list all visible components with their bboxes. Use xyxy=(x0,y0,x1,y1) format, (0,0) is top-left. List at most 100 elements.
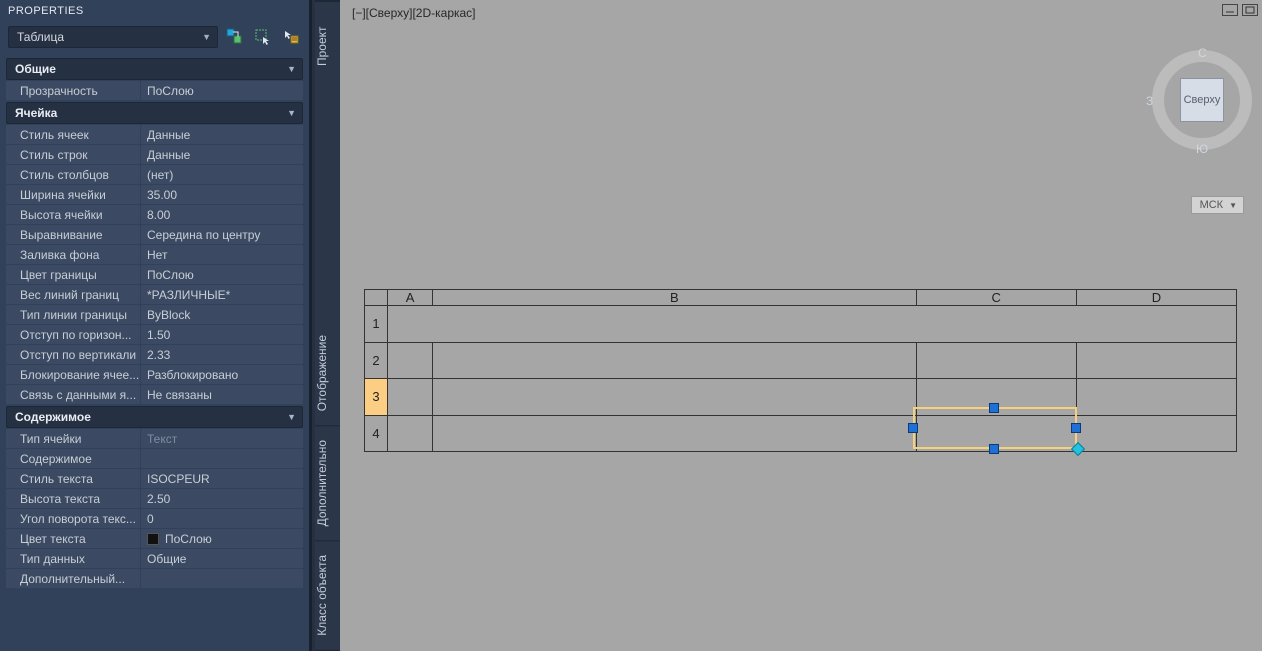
viewport-window-controls xyxy=(1222,4,1258,16)
side-tab-advanced[interactable]: Дополнительно xyxy=(315,426,340,541)
table-cell[interactable] xyxy=(433,379,917,416)
property-label: Дополнительный... xyxy=(6,569,140,588)
table-corner-cell[interactable] xyxy=(365,290,388,306)
property-label: Отступ по горизон... xyxy=(6,325,140,344)
property-value[interactable]: Нет xyxy=(141,245,303,264)
chevron-down-icon: ▼ xyxy=(287,412,296,422)
section-header-general[interactable]: Общие ▼ xyxy=(6,58,303,80)
property-value[interactable]: Общие xyxy=(141,549,303,568)
property-value[interactable]: ByBlock xyxy=(141,305,303,324)
property-value[interactable]: Разблокировано xyxy=(141,365,303,384)
table-row: 3 xyxy=(365,379,1237,416)
maximize-icon[interactable] xyxy=(1242,4,1258,16)
property-value[interactable]: (нет) xyxy=(141,165,303,184)
view-cube[interactable]: Сверху С Ю З xyxy=(1152,50,1252,150)
select-objects-icon[interactable] xyxy=(252,26,274,48)
property-value[interactable]: *РАЗЛИЧНЫЕ* xyxy=(141,285,303,304)
table-header-row: A B C D xyxy=(365,290,1237,306)
property-value[interactable]: 0 xyxy=(141,509,303,528)
table-cell[interactable] xyxy=(1076,342,1236,379)
section-header-content[interactable]: Содержимое ▼ xyxy=(6,406,303,428)
table-row: 4 xyxy=(365,415,1237,452)
property-label: Отступ по вертикали xyxy=(6,345,140,364)
property-label: Стиль строк xyxy=(6,145,140,164)
table-cell[interactable] xyxy=(388,379,433,416)
row-header[interactable]: 1 xyxy=(365,306,388,343)
property-label: Связь с данными я... xyxy=(6,385,140,404)
side-tab-object-class[interactable]: Класс объекта xyxy=(315,541,340,651)
table-row: 2 xyxy=(365,342,1237,379)
view-cube-face[interactable]: Сверху xyxy=(1180,78,1224,122)
property-value[interactable] xyxy=(141,569,303,588)
property-value[interactable]: ПоСлою xyxy=(141,81,303,100)
viewport-label[interactable]: [−][Сверху][2D-каркас] xyxy=(352,6,476,20)
property-value[interactable]: Текст xyxy=(141,429,303,448)
ucs-dropdown[interactable]: МСК ▼ xyxy=(1191,196,1244,214)
property-value[interactable]: 2.33 xyxy=(141,345,303,364)
side-tab-project[interactable]: Проект xyxy=(315,0,340,90)
row-header-active[interactable]: 3 xyxy=(365,379,388,416)
minimize-icon[interactable] xyxy=(1222,4,1238,16)
property-label: Высота текста xyxy=(6,489,140,508)
property-value[interactable]: 2.50 xyxy=(141,489,303,508)
property-value[interactable]: Середина по центру xyxy=(141,225,303,244)
property-label: Ширина ячейки xyxy=(6,185,140,204)
property-label: Тип линии границы xyxy=(6,305,140,324)
compass-south[interactable]: Ю xyxy=(1196,142,1208,156)
property-label: Прозрачность xyxy=(6,81,140,100)
table-cell[interactable] xyxy=(388,415,433,452)
property-value[interactable] xyxy=(141,449,303,468)
property-label: Блокирование ячее... xyxy=(6,365,140,384)
object-type-row: Таблица ▼ xyxy=(0,22,309,56)
compass-west[interactable]: З xyxy=(1146,94,1153,108)
table-cell[interactable] xyxy=(916,342,1076,379)
property-value[interactable]: ISOCPEUR xyxy=(141,469,303,488)
property-value[interactable]: Данные xyxy=(141,125,303,144)
table-cell[interactable] xyxy=(433,415,917,452)
column-header[interactable]: B xyxy=(433,290,917,306)
chevron-down-icon: ▼ xyxy=(1229,201,1237,210)
property-value[interactable]: Не связаны xyxy=(141,385,303,404)
property-value[interactable]: ПоСлою xyxy=(141,265,303,284)
property-label: Выравнивание xyxy=(6,225,140,244)
grip-handle[interactable] xyxy=(1071,423,1081,433)
property-label: Высота ячейки xyxy=(6,205,140,224)
property-label: Стиль столбцов xyxy=(6,165,140,184)
grip-handle[interactable] xyxy=(908,423,918,433)
table-cell[interactable] xyxy=(1076,415,1236,452)
property-value[interactable]: 35.00 xyxy=(141,185,303,204)
row-header[interactable]: 2 xyxy=(365,342,388,379)
property-label: Вес линий границ xyxy=(6,285,140,304)
object-type-select[interactable]: Таблица ▼ xyxy=(8,26,218,48)
table-cell[interactable] xyxy=(388,306,1237,343)
properties-panel: PROPERTIES Таблица ▼ xyxy=(0,0,312,651)
table-cell[interactable] xyxy=(388,342,433,379)
side-tab-display[interactable]: Отображение xyxy=(315,321,340,426)
drawing-viewport[interactable]: [−][Сверху][2D-каркас] A B C D 1 2 3 xyxy=(340,0,1262,651)
column-header[interactable]: D xyxy=(1076,290,1236,306)
property-value[interactable]: 8.00 xyxy=(141,205,303,224)
table-cell[interactable] xyxy=(433,342,917,379)
property-value[interactable]: 1.50 xyxy=(141,325,303,344)
property-label: Цвет границы xyxy=(6,265,140,284)
property-value[interactable]: ПоСлою xyxy=(141,529,303,548)
column-header-active[interactable]: C xyxy=(916,290,1076,306)
quick-select-icon[interactable] xyxy=(224,26,246,48)
color-swatch-icon xyxy=(147,533,159,545)
section-header-cell[interactable]: Ячейка ▼ xyxy=(6,102,303,124)
chevron-down-icon: ▼ xyxy=(202,32,211,42)
compass-north[interactable]: С xyxy=(1198,46,1207,60)
property-value[interactable]: Данные xyxy=(141,145,303,164)
properties-sections: Общие ▼ Прозрачность ПоСлою Ячейка ▼ Сти… xyxy=(0,56,309,651)
table-cell[interactable] xyxy=(1076,379,1236,416)
property-label: Тип ячейки xyxy=(6,429,140,448)
grip-handle[interactable] xyxy=(989,444,999,454)
column-header[interactable]: A xyxy=(388,290,433,306)
grip-handle[interactable] xyxy=(989,403,999,413)
property-label: Угол поворота текс... xyxy=(6,509,140,528)
property-label: Стиль текста xyxy=(6,469,140,488)
chevron-down-icon: ▼ xyxy=(287,108,296,118)
row-header[interactable]: 4 xyxy=(365,415,388,452)
cad-table-object[interactable]: A B C D 1 2 3 4 xyxy=(364,289,1237,452)
pickadd-toggle-icon[interactable] xyxy=(280,26,302,48)
